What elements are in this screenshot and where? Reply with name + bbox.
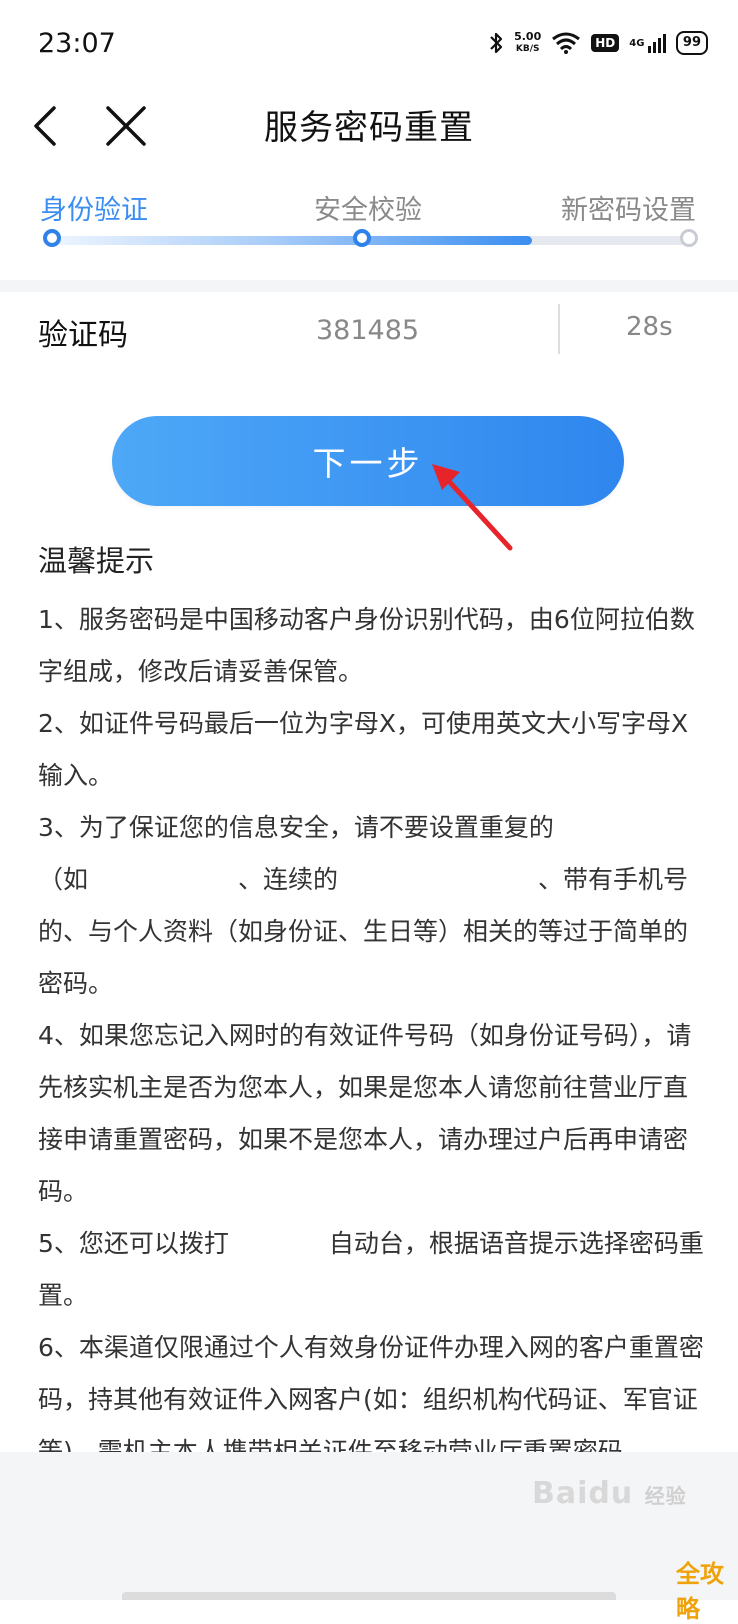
page-title: 服务密码重置 [264,108,474,148]
baidu-watermark: Baidu 经验 [532,1476,687,1511]
network-speed: 5.00 KB/S [514,31,541,55]
field-separator [558,304,560,354]
tips-section: 温馨提示 1、服务密码是中国移动客户身份识别代码，由6位阿拉伯数字组成，修改后请… [38,538,706,1478]
step-dot-new-password [680,229,698,247]
tip-item: 2、如证件号码最后一位为字母X，可使用英文大小写字母X输入。 [38,709,689,790]
verification-code-row: 验证码 28s [0,292,738,376]
app-header: 服务密码重置 [0,88,738,174]
bottom-handle [122,1592,616,1600]
network-type: 4G [629,38,645,49]
step-label-security: 安全校验 [314,195,422,226]
next-step-button[interactable]: 下一步 [112,416,624,506]
section-divider [0,280,738,292]
wifi-icon [552,32,581,54]
speed-unit: KB/S [515,44,540,54]
speed-value: 5.00 [514,30,542,43]
signal-icon: 4G [629,33,666,53]
bluetooth-icon [490,32,503,54]
progress-fill [52,236,532,245]
verification-code-label: 验证码 [38,318,128,353]
step-indicator: 身份验证 安全校验 新密码设置 [0,174,738,280]
tip-item: 5、您还可以拨打 自动台，根据语音提示选择密码重置。 [38,1229,704,1310]
step-dot-identity [43,229,61,247]
watermark-sub: 经验 [644,1484,687,1508]
tip-item: 1、服务密码是中国移动客户身份识别代码，由6位阿拉伯数字组成，修改后请妥善保管。 [38,605,695,686]
status-bar: 23:07 5.00 KB/S HD 4G 99 [0,0,738,88]
tip-item: 3、为了保证您的信息安全，请不要设置重复的（如 、连续的 、带有手机号的、与个人… [38,813,689,998]
bottom-area [0,1452,738,1600]
tips-title: 温馨提示 [38,544,155,578]
resend-countdown[interactable]: 28s [626,312,673,342]
step-dot-security [353,229,371,247]
step-label-new-password: 新密码设置 [561,195,696,226]
battery-indicator: 99 [675,31,708,55]
watermark-main: Baidu [532,1476,634,1511]
verification-code-input[interactable] [300,308,562,352]
step-label-identity: 身份验证 [40,195,148,226]
site-logo: 全攻略 [676,1560,724,1623]
tip-item: 4、如果您忘记入网时的有效证件号码（如身份证号码），请先核实机主是否为您本人，如… [38,1021,692,1206]
status-time: 23:07 [38,28,116,59]
hd-badge: HD [591,34,620,52]
status-icons: 5.00 KB/S HD 4G 99 [488,26,708,60]
